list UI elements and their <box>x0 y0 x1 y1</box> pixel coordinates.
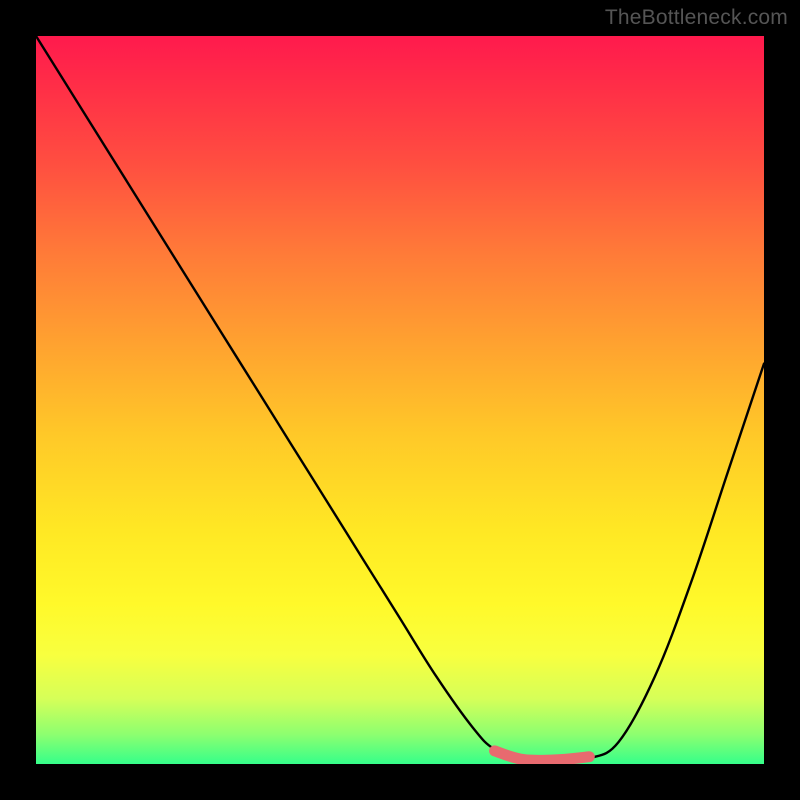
bottleneck-curve-path <box>36 36 764 761</box>
chart-frame: TheBottleneck.com <box>0 0 800 800</box>
plot-area <box>36 36 764 764</box>
optimal-range-path <box>495 751 590 761</box>
watermark-text: TheBottleneck.com <box>605 6 788 30</box>
bottleneck-chart <box>36 36 764 764</box>
